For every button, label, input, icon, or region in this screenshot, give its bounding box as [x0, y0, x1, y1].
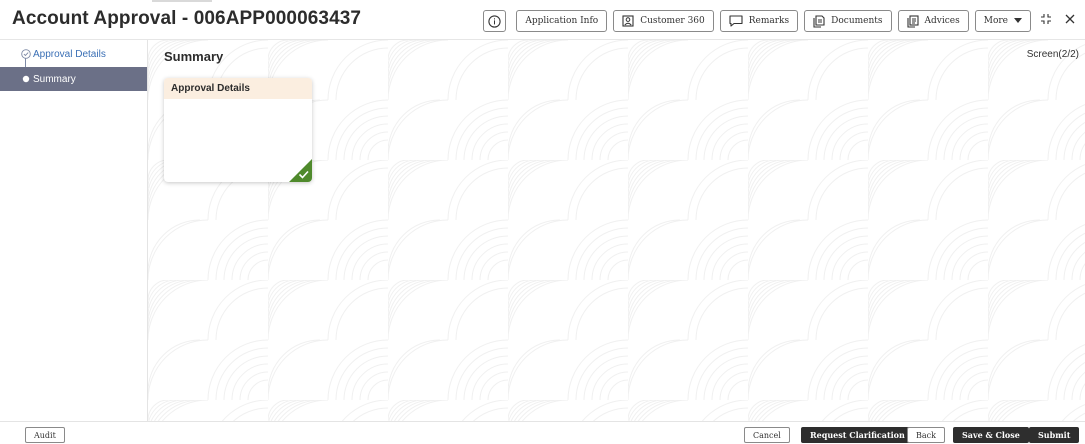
- page-title: Account Approval - 006APP000063437: [12, 8, 362, 29]
- save-and-close-button[interactable]: Save & Close: [953, 427, 1029, 443]
- page-header: Account Approval - 006APP000063437 Appli…: [0, 0, 1085, 40]
- collapse-button[interactable]: [1037, 12, 1055, 30]
- screen-indicator: Screen(2/2): [1026, 49, 1079, 60]
- cancel-button[interactable]: Cancel: [744, 427, 790, 443]
- close-icon: [1064, 12, 1076, 30]
- customer-icon: [622, 15, 634, 27]
- back-button[interactable]: Back: [907, 427, 945, 443]
- remarks-button[interactable]: Remarks: [719, 10, 799, 32]
- application-info-label: Application Info: [525, 16, 599, 26]
- step-current-icon: [21, 74, 31, 84]
- summary-card-approval-details[interactable]: Approval Details: [164, 78, 312, 182]
- collapse-icon: [1040, 12, 1052, 30]
- completed-check-icon: [289, 159, 312, 182]
- page-footer: Audit Cancel Request Clarification Back …: [0, 421, 1085, 444]
- nav-item-label: Summary: [33, 73, 76, 85]
- card-title: Approval Details: [164, 78, 312, 99]
- document-icon: [813, 14, 825, 28]
- info-icon: [488, 14, 501, 28]
- customer-360-button[interactable]: Customer 360: [613, 10, 714, 32]
- section-title: Summary: [164, 49, 224, 64]
- remarks-label: Remarks: [748, 16, 790, 26]
- request-clarification-button[interactable]: Request Clarification: [801, 427, 914, 443]
- customer-360-label: Customer 360: [640, 16, 705, 26]
- header-toolbar: Application Info Customer 360 Remarks Do…: [483, 10, 1079, 32]
- audit-button[interactable]: Audit: [25, 427, 65, 443]
- main-content: Summary Screen(2/2) Approval Details: [148, 40, 1085, 421]
- step-navigation: Approval Details Summary: [0, 40, 148, 421]
- step-complete-icon: [21, 49, 31, 59]
- caret-down-icon: [1014, 18, 1022, 24]
- more-label: More: [983, 16, 1008, 26]
- close-button[interactable]: [1061, 12, 1079, 30]
- submit-button[interactable]: Submit: [1029, 427, 1080, 443]
- documents-label: Documents: [831, 16, 883, 26]
- header-divider: [152, 0, 212, 2]
- nav-item-approval-details[interactable]: Approval Details: [0, 42, 147, 66]
- advices-button[interactable]: Advices: [897, 10, 969, 32]
- nav-item-label: Approval Details: [33, 48, 106, 60]
- nav-item-summary[interactable]: Summary: [0, 67, 147, 91]
- documents-button[interactable]: Documents: [804, 10, 892, 32]
- advices-label: Advices: [924, 16, 960, 26]
- more-menu-button[interactable]: More: [974, 10, 1031, 32]
- comment-icon: [729, 15, 743, 27]
- advices-icon: [906, 14, 919, 28]
- application-info-button[interactable]: Application Info: [516, 10, 608, 32]
- info-button[interactable]: [483, 10, 507, 32]
